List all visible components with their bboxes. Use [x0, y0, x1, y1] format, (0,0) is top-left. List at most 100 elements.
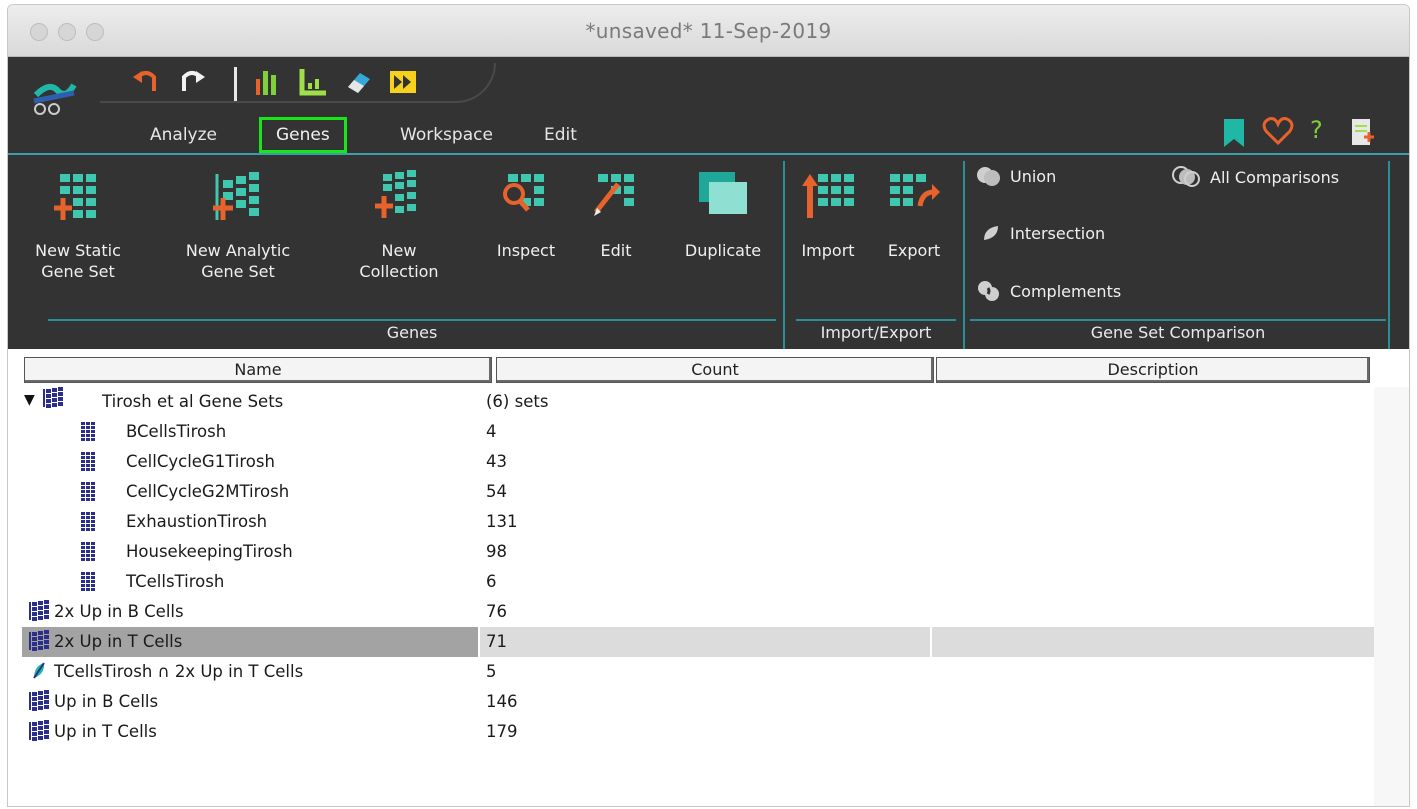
static-gene-set-icon [81, 512, 95, 531]
union-label: Union [1010, 166, 1057, 186]
edit-label: Edit [600, 241, 632, 260]
static-gene-set-icon [81, 422, 95, 441]
new-analytic-gene-set-label-2: Gene Set [201, 262, 275, 281]
gene-set-table: Name Count Description ▼ Tirosh et al Gen… [8, 349, 1409, 806]
new-document-icon[interactable] [1348, 117, 1376, 149]
table-row[interactable]: 2x Up in T Cells 71 [8, 627, 1374, 657]
analytic-gene-set-icon [29, 630, 49, 651]
table-row[interactable]: Up in T Cells 179 [8, 717, 1374, 747]
help-icon[interactable]: ? [1310, 116, 1323, 144]
intersection-label: Intersection [1010, 223, 1106, 243]
intersection-button[interactable]: Intersection [980, 222, 1105, 244]
bar-chart-icon[interactable] [254, 67, 284, 97]
row-name: TCellsTirosh ∩ 2x Up in T Cells [54, 662, 304, 681]
new-analytic-gene-set-icon [213, 172, 259, 220]
analytic-gene-set-icon [29, 720, 49, 741]
new-static-gene-set-label-1: New Static [35, 241, 121, 260]
table-row[interactable]: HousekeepingTirosh 98 [8, 537, 1374, 567]
genes-group-underline [48, 319, 776, 321]
import-icon [802, 174, 854, 218]
column-header-name[interactable]: Name [24, 357, 492, 383]
expand-toggle-icon[interactable]: ▼ [24, 392, 35, 408]
complements-button[interactable]: Complements [976, 279, 1121, 303]
new-static-gene-set-label-2: Gene Set [41, 262, 115, 281]
inspect-label: Inspect [496, 241, 556, 260]
import-button[interactable]: Import [796, 170, 860, 261]
import-export-group-label: Import/Export [820, 323, 932, 342]
column-header-count[interactable]: Count [496, 357, 934, 383]
row-count: (6) sets [486, 392, 549, 411]
bookmark-icon[interactable] [1220, 117, 1248, 149]
new-collection-button[interactable]: New Collection [344, 170, 454, 282]
comparison-group-underline [970, 319, 1386, 321]
selection-highlight [930, 627, 932, 657]
table-row[interactable]: ▼ Tirosh et al Gene Sets (6) sets [8, 387, 1374, 417]
complements-icon [978, 281, 999, 301]
heart-icon[interactable] [1262, 115, 1294, 147]
export-icon [890, 174, 940, 207]
new-static-gene-set-icon [54, 174, 96, 220]
title-bar[interactable]: *unsaved* 11-Sep-2019 [8, 5, 1409, 57]
table-row[interactable]: TCellsTirosh ∩ 2x Up in T Cells 5 [8, 657, 1374, 687]
static-gene-set-icon [81, 542, 95, 561]
tab-genes[interactable]: Genes [259, 117, 347, 153]
app-logo-icon[interactable] [28, 71, 80, 115]
group-separator [783, 161, 785, 349]
forward-icon[interactable] [388, 67, 418, 97]
vertical-scrollbar[interactable] [1374, 387, 1409, 806]
table-row[interactable]: CellCycleG2MTirosh 54 [8, 477, 1374, 507]
row-count: 131 [486, 512, 518, 531]
undo-icon[interactable] [130, 65, 160, 95]
new-analytic-gene-set-button[interactable]: New Analytic Gene Set [178, 170, 298, 282]
edit-button[interactable]: Edit [586, 170, 646, 261]
inspect-button[interactable]: Inspect [486, 170, 566, 261]
tab-workspace[interactable]: Workspace [386, 117, 507, 153]
import-label: Import [801, 241, 855, 260]
duplicate-label: Duplicate [684, 241, 762, 260]
tab-edit[interactable]: Edit [530, 117, 591, 153]
new-collection-label-2: Collection [359, 262, 439, 281]
row-name: BCellsTirosh [126, 422, 227, 441]
tab-analyze[interactable]: Analyze [136, 117, 231, 153]
row-count: 43 [486, 452, 507, 471]
axes-icon[interactable] [298, 67, 328, 97]
export-button[interactable]: Export [876, 170, 952, 261]
table-row[interactable]: BCellsTirosh 4 [8, 417, 1374, 447]
row-name: 2x Up in B Cells [54, 602, 184, 621]
table-row[interactable]: CellCycleG1Tirosh 43 [8, 447, 1374, 477]
row-count: 76 [486, 602, 507, 621]
magnifier-icon [503, 174, 544, 212]
analytic-gene-set-icon [29, 690, 49, 711]
row-count: 146 [486, 692, 518, 711]
union-button[interactable]: Union [976, 165, 1056, 187]
new-static-gene-set-button[interactable]: New Static Gene Set [22, 170, 134, 282]
group-separator [1388, 161, 1390, 349]
intersection-icon [984, 226, 998, 240]
row-count: 179 [486, 722, 518, 741]
row-count: 54 [486, 482, 507, 501]
analytic-gene-set-icon [29, 600, 49, 621]
static-gene-set-icon [81, 452, 95, 471]
row-name: HousekeepingTirosh [126, 542, 293, 561]
all-comparisons-icon [1172, 166, 1200, 187]
eraser-icon[interactable] [344, 67, 374, 97]
row-name: 2x Up in T Cells [54, 632, 183, 651]
collection-icon [43, 387, 63, 408]
duplicate-button[interactable]: Duplicate [672, 170, 774, 261]
window-title: *unsaved* 11-Sep-2019 [585, 19, 832, 43]
row-name: Up in T Cells [54, 722, 157, 741]
table-row[interactable]: ExhaustionTirosh 131 [8, 507, 1374, 537]
all-comparisons-button[interactable]: All Comparisons [1172, 165, 1339, 189]
row-count: 71 [486, 632, 507, 651]
table-row[interactable]: Up in B Cells 146 [8, 687, 1374, 717]
row-name: TCellsTirosh [126, 572, 225, 591]
static-gene-set-icon [81, 482, 95, 501]
export-label: Export [887, 241, 941, 260]
table-row[interactable]: TCellsTirosh 6 [8, 567, 1374, 597]
duplicate-icon [699, 172, 747, 214]
row-name: Up in B Cells [54, 692, 159, 711]
redo-icon[interactable] [178, 65, 208, 95]
union-icon [977, 167, 1000, 186]
table-row[interactable]: 2x Up in B Cells 76 [8, 597, 1374, 627]
column-header-description[interactable]: Description [936, 357, 1370, 383]
